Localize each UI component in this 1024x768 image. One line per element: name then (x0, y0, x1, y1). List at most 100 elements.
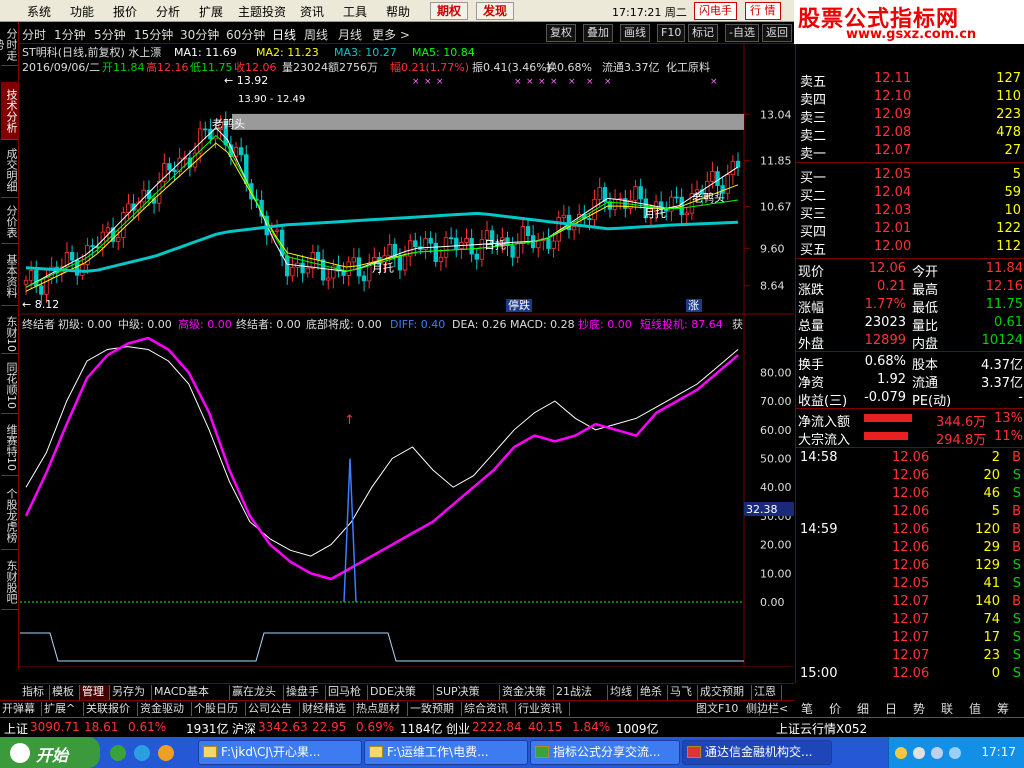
range-band (232, 113, 744, 130)
period-more[interactable]: 更多 > (372, 26, 410, 43)
indicator-tab[interactable]: 模板 (50, 685, 80, 700)
chart-area[interactable]: ST明科(日线,前复权) 水上漂 MA1: 11.69 MA2: 11.23 MA3:… (20, 44, 794, 667)
period-1min[interactable]: 1分钟 (54, 26, 86, 43)
indicator-tab[interactable]: 指标 (20, 685, 50, 700)
tray-icon[interactable] (895, 747, 907, 759)
adjust-button[interactable]: 复权 (546, 24, 576, 42)
side-tab-forum[interactable]: 东财股吧 (1, 554, 18, 610)
volume-icon[interactable] (913, 747, 925, 759)
tick-side: S (1012, 630, 1021, 645)
kline-chart[interactable]: ST明科(日线,前复权) 水上漂 MA1: 11.69 MA2: 11.23 MA3:… (20, 44, 794, 667)
quote-button[interactable]: 行 情 (745, 2, 781, 20)
side-tab-eastmoney[interactable]: 东财10 (1, 314, 18, 354)
indicator-tab[interactable]: 绝杀 (638, 685, 668, 700)
quote-panel: 卖五 12.11 127 卖四 12.10 110 卖三 12.09 223 卖二 12.08 478… (795, 44, 1024, 707)
indicator-tab[interactable]: 马飞 (668, 685, 698, 700)
indicator-tab[interactable]: 资金决策 (500, 685, 554, 700)
indicator-tab[interactable]: 回马枪 (326, 685, 368, 700)
menu-function[interactable]: 功能 (70, 3, 94, 20)
indicator-tab[interactable]: 均线 (608, 685, 638, 700)
period-30min[interactable]: 30分钟 (180, 26, 219, 43)
side-tab-technical[interactable]: 技术分析 (1, 82, 18, 140)
side-tab-wst[interactable]: 维赛特10 (1, 420, 18, 476)
draw-button[interactable]: 画线 (620, 24, 650, 42)
extension-tab[interactable]: 扩展^ (42, 702, 84, 716)
indicator-tab[interactable]: 操盘手 (284, 685, 326, 700)
extension-tab[interactable]: 开弹幕 (0, 702, 42, 716)
indicator-tab[interactable]: 成交预期 (698, 685, 752, 700)
indicator-tab[interactable]: 另存为 (110, 685, 152, 700)
back-button[interactable]: 返回 (762, 24, 792, 42)
extension-tab[interactable]: 资金驱动 (138, 702, 192, 716)
task-folder-1[interactable]: F:\jkd\CJ\开心果... (198, 740, 362, 765)
indicator-tab[interactable]: 赢在龙头 (230, 685, 284, 700)
side-tab-ths[interactable]: 同花顺10 (1, 358, 18, 414)
options-button[interactable]: 期权 (430, 2, 469, 20)
stat-row: 外盘 12899 内盘 10124 (796, 332, 1024, 352)
stat-value: 1.92 (877, 372, 906, 387)
indicator-tab[interactable]: DDE决策 (368, 685, 434, 700)
overlay-button[interactable]: 叠加 (583, 24, 613, 42)
menu-tools[interactable]: 工具 (343, 3, 367, 20)
extension-tab[interactable]: 侧边栏< (744, 702, 798, 716)
extension-tab[interactable]: 综合资讯 (462, 702, 516, 716)
start-button[interactable]: 开始 (0, 737, 100, 768)
period-15min[interactable]: 15分钟 (134, 26, 173, 43)
indicator-tab[interactable]: SUP决策 (434, 685, 500, 700)
side-tab-price-table[interactable]: 分价表 (1, 200, 18, 244)
watchlist-button[interactable]: -自选 (725, 24, 759, 42)
flash-trade-button[interactable]: 闪电手 (694, 2, 737, 20)
extension-tab[interactable]: 一致预期 (408, 702, 462, 716)
sz-value: 3342.63 (258, 720, 308, 734)
extension-tab[interactable]: 热点题材 (354, 702, 408, 716)
indicator-tab[interactable]: 江恩 (752, 685, 782, 700)
ie-icon[interactable] (134, 745, 150, 761)
detail-tab[interactable]: 值 (969, 700, 981, 716)
menu-analysis[interactable]: 分析 (156, 3, 180, 20)
indicator-tab[interactable]: 管理 (80, 685, 110, 700)
menu-news[interactable]: 资讯 (300, 3, 324, 20)
period-5min[interactable]: 5分钟 (94, 26, 126, 43)
menu-system[interactable]: 系统 (27, 3, 51, 20)
period-weekly[interactable]: 周线 (304, 26, 328, 43)
side-tab-timeshare[interactable]: 分时走势 (0, 24, 18, 66)
extension-tab[interactable]: 个股日历 (192, 702, 246, 716)
network-icon[interactable] (931, 747, 943, 759)
side-tab-dragon-tiger[interactable]: 个股龙虎榜 (1, 482, 18, 550)
period-monthly[interactable]: 月线 (338, 26, 362, 43)
buy-level-price: 12.05 (874, 167, 912, 182)
indicator-tab[interactable]: MACD基本 (152, 685, 230, 700)
detail-tab[interactable]: 笔 (801, 700, 813, 716)
menu-quote[interactable]: 报价 (113, 3, 137, 20)
cloud-quote-label[interactable]: 上证云行情X052 (776, 720, 867, 737)
extension-tab[interactable]: 公司公告 (246, 702, 300, 716)
discover-button[interactable]: 发现 (476, 2, 515, 20)
extension-tab[interactable]: 财经精选 (300, 702, 354, 716)
candle-body (438, 256, 444, 262)
app-icon[interactable] (158, 745, 174, 761)
period-60min[interactable]: 60分钟 (226, 26, 265, 43)
detail-tab[interactable]: 细 (857, 700, 869, 716)
task-browser[interactable]: 指标公式分享交流... (530, 740, 680, 765)
task-tdx[interactable]: 通达信金融机构交... (682, 740, 832, 765)
detail-tab[interactable]: 价 (829, 700, 841, 716)
detail-tab[interactable]: 势 (913, 700, 925, 716)
menu-help[interactable]: 帮助 (386, 3, 410, 20)
indicator-tab[interactable]: 21战法 (554, 685, 608, 700)
f10-button[interactable]: F10 (657, 24, 686, 42)
menu-extend[interactable]: 扩展 (199, 3, 223, 20)
detail-tab[interactable]: 联 (941, 700, 953, 716)
mark-button[interactable]: 标记 (688, 24, 718, 42)
period-daily[interactable]: 日线 (272, 26, 296, 43)
extension-tab[interactable]: 行业资讯 (516, 702, 570, 716)
detail-tab[interactable]: 日 (885, 700, 897, 716)
menu-theme-invest[interactable]: 主题投资 (238, 3, 286, 20)
task-folder-2[interactable]: F:\运维工作\电费... (364, 740, 528, 765)
tray-icon[interactable] (949, 747, 961, 759)
browser-icon[interactable] (110, 745, 126, 761)
period-timeshare[interactable]: 分时 (22, 26, 46, 43)
side-tab-trades[interactable]: 成交明细 (1, 142, 18, 198)
detail-tab[interactable]: 筹 (997, 700, 1009, 716)
side-tab-profile[interactable]: 基本资料 (1, 246, 18, 306)
extension-tab[interactable]: 关联报价 (84, 702, 138, 716)
